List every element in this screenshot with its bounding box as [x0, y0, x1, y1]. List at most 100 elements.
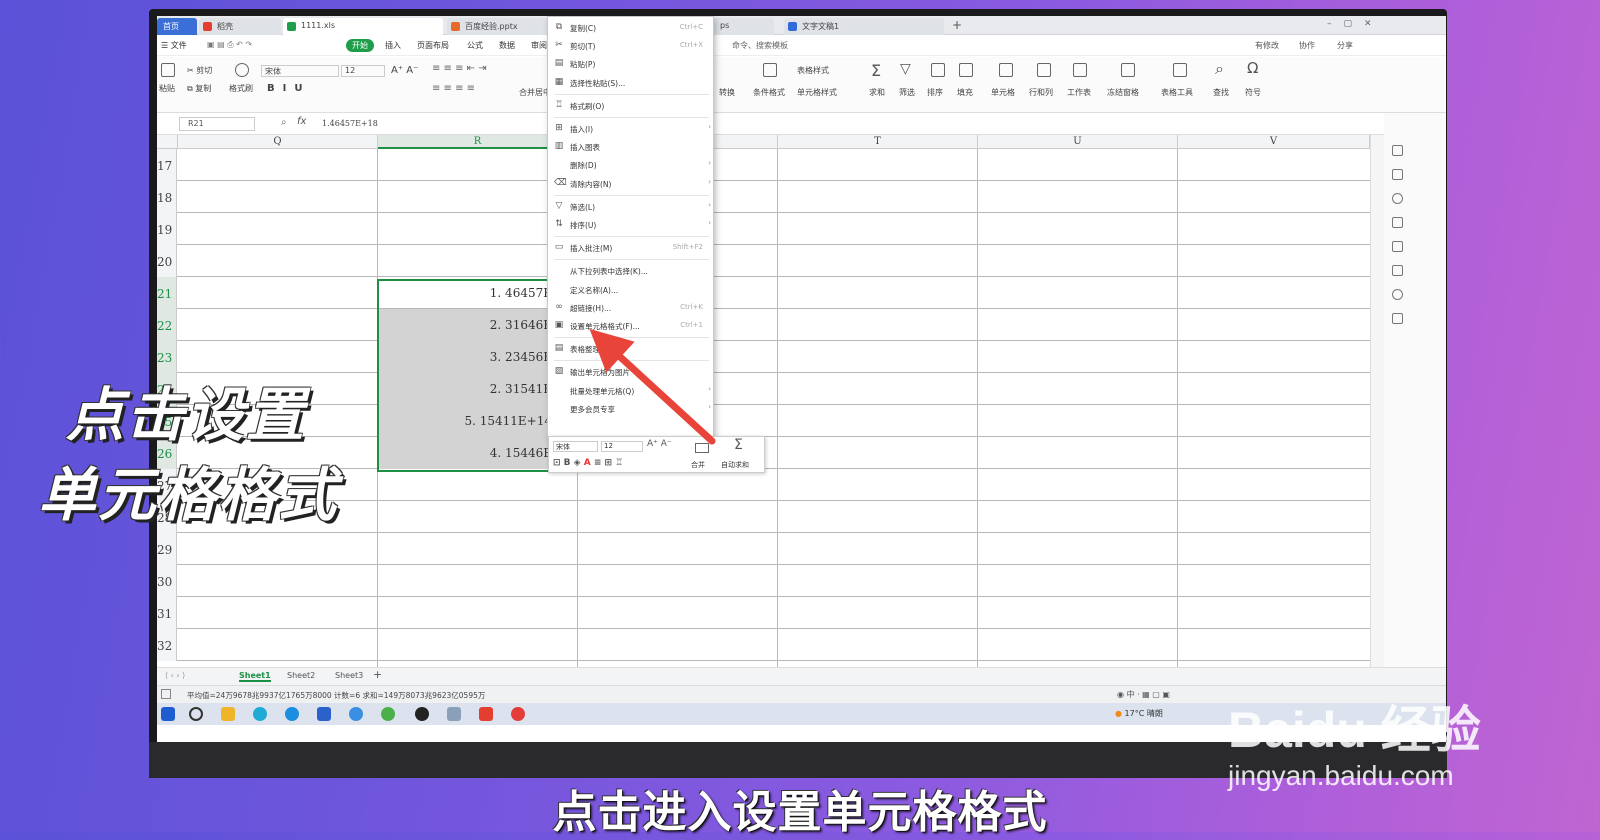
column-header[interactable]: Q — [178, 135, 378, 149]
row-header[interactable]: 32 — [157, 629, 177, 661]
font-grow-icon[interactable]: A⁺ A⁻ — [391, 65, 418, 76]
row-header[interactable]: 31 — [157, 597, 177, 629]
tab-pptx[interactable]: 百度经验.pptx — [447, 18, 547, 35]
tab-1111-xls[interactable]: 1111.xls — [283, 18, 443, 35]
vertical-scrollbar[interactable] — [1370, 135, 1384, 669]
browser-icon[interactable] — [253, 707, 267, 721]
row-header[interactable]: 19 — [157, 213, 177, 245]
share-button[interactable]: 分享 — [1337, 40, 1353, 51]
context-menu-item[interactable]: 删除(D) › — [548, 156, 715, 174]
context-menu-item[interactable]: 定义名称(A)... — [548, 281, 715, 299]
ribbon-sum[interactable]: 求和 — [869, 87, 885, 98]
edge-icon[interactable] — [285, 707, 299, 721]
mini-autosum-button[interactable]: 自动求和 — [721, 460, 749, 470]
context-menu-item[interactable]: ▥ 插入图表 — [548, 138, 715, 156]
row-header[interactable]: 17 — [157, 149, 177, 181]
row-header[interactable]: 29 — [157, 533, 177, 565]
tab-daoke[interactable]: 稻壳 — [199, 18, 281, 35]
window-controls[interactable]: –▢✕ — [1327, 19, 1437, 29]
cursor-icon[interactable] — [1392, 169, 1403, 180]
tab-ps[interactable]: ps — [714, 18, 774, 35]
context-menu-item[interactable]: ♖ 格式刷(O) — [548, 97, 715, 115]
row-header[interactable]: 18 — [157, 181, 177, 213]
ribbon-symbol[interactable]: 符号 — [1245, 87, 1261, 98]
context-menu-item[interactable]: ▣ 设置单元格格式(F)... Ctrl+1 — [548, 317, 715, 335]
context-menu-item[interactable]: ∞ 超链接(H)... Ctrl+K — [548, 299, 715, 317]
ribbon-sort[interactable]: 排序 — [927, 87, 943, 98]
align-icons-2[interactable]: ≡ ≡ ≡ ≡ — [432, 83, 475, 94]
context-menu-item[interactable]: ▭ 插入批注(M) Shift+F2 — [548, 239, 715, 257]
ribbon-table-tools[interactable]: 表格工具 — [1161, 87, 1193, 98]
folder-icon[interactable] — [221, 707, 235, 721]
backup-icon[interactable] — [1392, 241, 1403, 252]
context-menu-item[interactable]: 更多会员专享 › — [548, 400, 715, 418]
sheet-tab-3[interactable]: Sheet3 — [335, 671, 363, 680]
ribbon-freeze[interactable]: 冻结窗格 — [1107, 87, 1139, 98]
menu-start[interactable]: 开始 — [346, 39, 374, 52]
paste-icon[interactable] — [161, 63, 175, 77]
font-grow-icon[interactable]: A⁺ A⁻ — [647, 439, 672, 449]
weather-widget[interactable]: ● 17°C 晴朗 — [1115, 708, 1163, 719]
sheet-nav-arrows[interactable]: ⟨ ‹ › ⟩ — [165, 671, 185, 680]
menu-formula[interactable]: 公式 — [467, 40, 483, 51]
app2-icon[interactable] — [447, 707, 461, 721]
tab-home[interactable]: 首页 — [157, 18, 197, 35]
image-icon[interactable] — [1392, 265, 1403, 276]
column-header[interactable]: T — [778, 135, 978, 149]
panel-icon[interactable] — [1392, 145, 1403, 156]
ribbon-conditional-format[interactable]: 条件格式 — [753, 87, 785, 98]
context-menu-item[interactable]: ▽ 筛选(L) › — [548, 198, 715, 216]
ribbon-worksheet[interactable]: 工作表 — [1067, 87, 1091, 98]
select-all-corner[interactable] — [157, 135, 178, 149]
context-menu-item[interactable]: ⌫ 清除内容(N) › — [548, 175, 715, 193]
formula-input[interactable]: 1.46457E+18 — [322, 119, 378, 128]
mini-merge-button[interactable]: 合并 — [691, 460, 705, 470]
settings-icon[interactable] — [1392, 217, 1403, 228]
ribbon-fill[interactable]: 填充 — [957, 87, 973, 98]
context-menu-item[interactable]: 批量处理单元格(Q) › — [548, 382, 715, 400]
qq-icon[interactable] — [415, 707, 429, 721]
row-header[interactable]: 21 — [157, 277, 177, 309]
row-header[interactable]: 20 — [157, 245, 177, 277]
row-header[interactable]: 22 — [157, 309, 177, 341]
mini-format-icons[interactable]: ⊡ B ◈ A ≡ ⊞ ♖ — [553, 458, 623, 468]
context-menu-item[interactable]: ⇅ 排序(U) › — [548, 216, 715, 234]
context-menu-item[interactable]: 从下拉列表中选择(K)... — [548, 262, 715, 280]
search-circle-icon[interactable] — [189, 707, 203, 721]
quick-access-icons[interactable]: ▣ ▤ ⎙ ↶ ↷ — [207, 40, 252, 50]
sheet-tab-1[interactable]: Sheet1 — [239, 671, 271, 682]
book-icon[interactable] — [1392, 313, 1403, 324]
tab-document[interactable]: 文字文稿1 — [784, 18, 944, 35]
context-menu-item[interactable]: ▤ 表格整理 — [548, 340, 715, 358]
name-box[interactable]: R21 — [179, 117, 255, 131]
menu-insert[interactable]: 插入 — [385, 40, 401, 51]
zoom-icon[interactable]: ⌕ — [281, 117, 287, 128]
ribbon-convert[interactable]: 转换 — [719, 87, 735, 98]
location-icon[interactable] — [1392, 289, 1403, 300]
music-icon[interactable] — [511, 707, 525, 721]
ribbon-copy[interactable]: ⧉ 复制 — [187, 83, 211, 94]
context-menu-item[interactable]: ⧉ 复制(C) Ctrl+C — [548, 19, 715, 37]
menu-page-layout[interactable]: 页面布局 — [417, 40, 449, 51]
new-tab-plus-icon[interactable]: + — [952, 18, 962, 32]
ribbon-cut[interactable]: ✂ 剪切 — [187, 65, 212, 76]
wps-icon[interactable] — [479, 707, 493, 721]
context-menu-item[interactable]: ▦ 选择性粘贴(S)... — [548, 74, 715, 92]
context-menu-item[interactable]: ✂ 剪切(T) Ctrl+X — [548, 37, 715, 55]
row-header[interactable]: 30 — [157, 565, 177, 597]
column-header[interactable]: U — [978, 135, 1178, 149]
ribbon-format-painter[interactable]: 格式刷 — [229, 83, 253, 94]
column-header[interactable]: V — [1178, 135, 1370, 149]
menu-data[interactable]: 数据 — [499, 40, 515, 51]
text-style-buttons[interactable]: BIU — [267, 83, 310, 94]
app-icon[interactable] — [317, 707, 331, 721]
ribbon-table-style[interactable]: 表格样式 — [797, 65, 829, 76]
mini-font-select[interactable]: 宋体 — [553, 441, 598, 452]
menu-file[interactable]: ☰ 文件 — [161, 40, 187, 51]
view-mode-icons[interactable]: ◉ 中 · ▦ ▢ ▣ — [1117, 689, 1170, 700]
context-menu-item[interactable]: ▤ 粘贴(P) — [548, 55, 715, 73]
help-icon[interactable] — [1392, 193, 1403, 204]
collab-button[interactable]: 协作 — [1299, 40, 1315, 51]
sync-icon[interactable] — [349, 707, 363, 721]
context-menu-item[interactable]: ⊞ 插入(I) › — [548, 120, 715, 138]
